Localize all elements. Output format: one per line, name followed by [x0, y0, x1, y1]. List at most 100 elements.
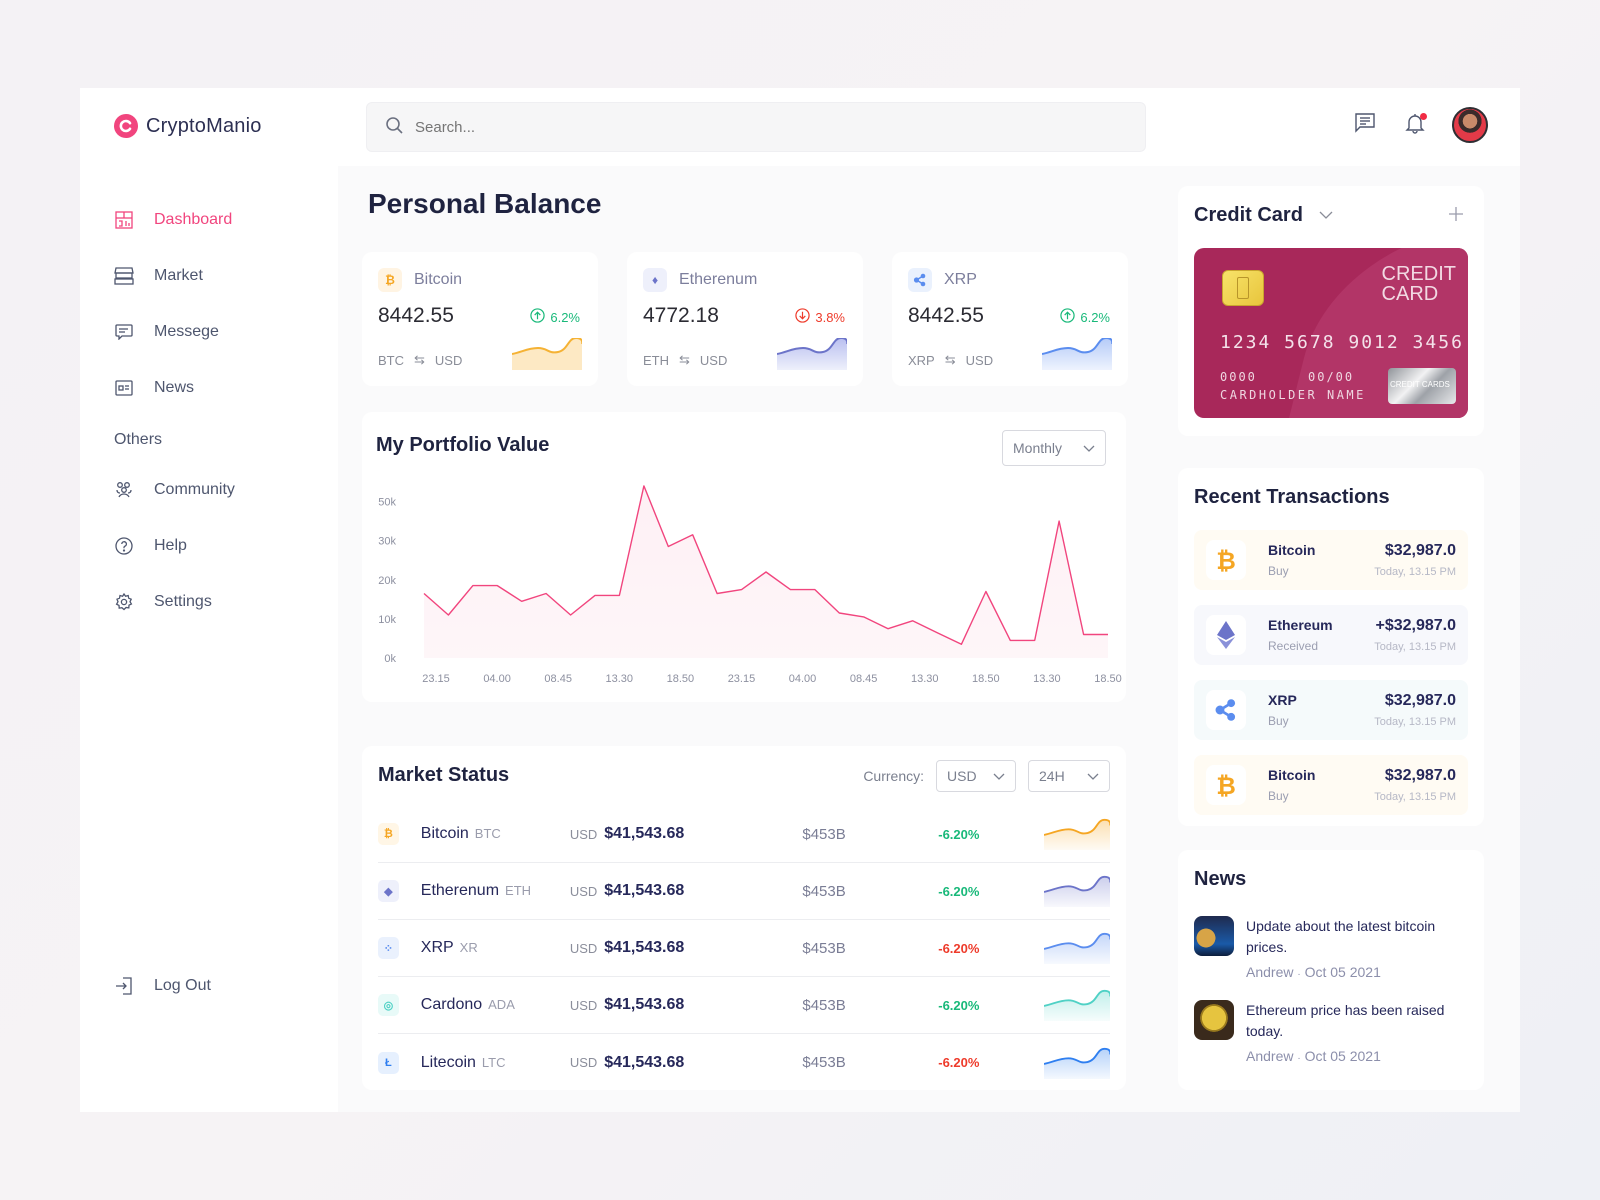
transaction-item[interactable]: Ethereum Received +$32,987.0 Today, 13.1…	[1194, 605, 1468, 665]
logout-button[interactable]: Log Out	[114, 958, 211, 1014]
help-icon	[114, 536, 134, 556]
sidebar-item-dashboard[interactable]: Dashboard	[114, 192, 334, 248]
coin-name: Cardono	[420, 996, 483, 1013]
balance-card-xrp[interactable]: XRP 8442.55 6.2% XRP ⇆ USD	[892, 252, 1128, 386]
settings-icon	[114, 592, 134, 612]
sidebar-item-community[interactable]: Community	[114, 462, 334, 518]
balance-card-ethereum[interactable]: ♦ Etherenum 4772.18 3.8% ETH ⇆ USD	[627, 252, 863, 386]
sidebar-item-news[interactable]: News	[114, 360, 334, 416]
credit-card[interactable]: CREDIT CARD 1234 5678 9012 3456 0000 00/…	[1194, 248, 1468, 418]
time-range-select[interactable]: 24H	[1028, 760, 1110, 792]
transactions-title: Recent Transactions	[1194, 486, 1390, 508]
arrow-up-circle-icon	[1060, 308, 1076, 326]
transaction-time: Today, 13.15 PM	[1374, 791, 1456, 803]
user-avatar[interactable]	[1452, 107, 1488, 143]
bitcoin-icon: ₿	[378, 268, 402, 292]
coin-symbol: BTC	[474, 826, 501, 841]
price-currency: USD	[569, 883, 598, 899]
logo[interactable]: CryptoManio	[114, 114, 262, 138]
sidebar-item-message[interactable]: Messege	[114, 304, 334, 360]
x-tick-label: 04.00	[483, 673, 511, 685]
sidebar-item-settings[interactable]: Settings	[114, 574, 334, 630]
news-item[interactable]: Ethereum price has been raised today. An…	[1194, 1000, 1474, 1064]
notification-dot	[1420, 113, 1427, 120]
coin-price: $41,543.68	[604, 882, 685, 899]
transaction-type: Received	[1268, 639, 1319, 653]
sidebar-item-help[interactable]: Help	[114, 518, 334, 574]
y-tick-label: 0k	[384, 653, 396, 665]
market-cap: $453B	[802, 825, 846, 843]
news-meta: Andrew · Oct 05 2021	[1246, 964, 1381, 980]
ethereum-icon	[1206, 615, 1246, 655]
exchange-arrows-icon: ⇆	[679, 352, 690, 367]
sidebar-item-label: Settings	[154, 593, 212, 610]
sparkline	[1043, 1047, 1110, 1079]
portfolio-chart: 0k 10k 20k 30k 50k 23.15 04.00 08.45 13.30 18.50 2…	[378, 485, 1122, 685]
message-icon	[114, 322, 134, 342]
news-panel: News Update about the latest bitcoin pri…	[1178, 850, 1484, 1090]
search-bar[interactable]	[366, 102, 1146, 152]
messages-button[interactable]	[1352, 112, 1378, 138]
svg-text:₿: ₿	[1216, 547, 1236, 573]
market-cap: $453B	[802, 882, 846, 900]
x-tick-label: 18.50	[972, 673, 1000, 685]
coin-change: 6.2%	[530, 308, 580, 326]
card-number: 1234 5678 9012 3456	[1220, 332, 1464, 353]
market-row[interactable]: ◎ Cardono ADA USD $41,543.68 $453B -6.20%	[378, 977, 1110, 1034]
transaction-coin: Bitcoin	[1268, 767, 1316, 783]
litecoin-icon: Ł	[378, 1051, 399, 1074]
svg-text:₿: ₿	[1216, 772, 1236, 798]
market-cap: $453B	[802, 939, 846, 957]
x-tick-label: 13.30	[606, 673, 634, 685]
news-headline: Ethereum price has been raised today.	[1246, 1002, 1445, 1039]
cardono-icon: ◎	[378, 994, 399, 1016]
market-row[interactable]: ⁘ XRP XR USD $41,543.68 $453B -6.20%	[378, 920, 1110, 977]
sparkline	[1043, 875, 1110, 908]
logout-label: Log Out	[154, 977, 211, 994]
notifications-button[interactable]	[1402, 112, 1428, 138]
market-icon	[114, 266, 134, 286]
sidebar-item-label: Dashboard	[154, 211, 233, 228]
transaction-item[interactable]: XRP Buy $32,987.0 Today, 13.15 PM	[1194, 680, 1468, 740]
chevron-down-icon[interactable]	[1319, 207, 1333, 225]
sidebar-item-label: News	[154, 379, 195, 396]
recent-transactions-panel: Recent Transactions ₿ Bitcoin Buy $32,98…	[1178, 468, 1484, 826]
transaction-item[interactable]: ₿ Bitcoin Buy $32,987.0 Today, 13.15 PM	[1194, 755, 1468, 815]
market-row[interactable]: ◆ Etherenum ETH USD $41,543.68 $453B -6.2…	[378, 863, 1110, 920]
search-icon	[385, 116, 403, 139]
xrp-icon	[1206, 690, 1246, 730]
credit-card-header[interactable]: Credit Card	[1194, 204, 1333, 227]
sidebar-item-label: Community	[154, 481, 235, 498]
market-row[interactable]: Ł Litecoin LTC USD $41,543.68 $453B -6.20…	[378, 1034, 1110, 1091]
x-tick-label: 18.50	[1094, 673, 1122, 685]
price-change: -6.20%	[938, 826, 980, 842]
news-item[interactable]: Update about the latest bitcoin prices. …	[1194, 916, 1474, 980]
brand-name: CryptoManio	[146, 114, 262, 137]
bitcoin-icon: ₿	[1206, 540, 1246, 580]
coin-name: Etherenum	[420, 882, 500, 899]
coin-price: $41,543.68	[604, 939, 685, 956]
news-meta: Andrew · Oct 05 2021	[1246, 1048, 1381, 1064]
coin-name: XRP	[420, 939, 454, 956]
sidebar-item-market[interactable]: Market	[114, 248, 334, 304]
x-tick-label: 23.15	[422, 673, 450, 685]
app-window: CryptoManio Dashboard Market Messege New…	[80, 88, 1520, 1112]
add-card-button[interactable]	[1448, 206, 1464, 227]
search-input[interactable]	[415, 118, 1015, 136]
x-tick-label: 13.30	[911, 673, 939, 685]
transaction-type: Buy	[1268, 564, 1289, 578]
market-row[interactable]: ₿ Bitcoin BTC USD $41,543.68 $453B -6.20%	[378, 806, 1110, 863]
transaction-time: Today, 13.15 PM	[1374, 716, 1456, 728]
portfolio-panel: My Portfolio Value Monthly 0k 10k 20k 30k 50…	[362, 412, 1126, 702]
coin-change: 6.2%	[1060, 308, 1110, 326]
price-currency: USD	[569, 997, 598, 1013]
news-title: News	[1194, 868, 1247, 890]
y-tick-label: 10k	[378, 614, 396, 626]
currency-select[interactable]: USD	[936, 760, 1016, 792]
coin-name: Bitcoin	[414, 271, 463, 288]
sidebar-item-label: Help	[154, 537, 187, 554]
balance-card-bitcoin[interactable]: ₿ Bitcoin 8442.55 6.2% BTC ⇆ USD	[362, 252, 598, 386]
coin-symbol: ETH	[505, 883, 532, 898]
credit-card-panel: Credit Card CREDIT CARD 1234 5678 9012 3…	[1178, 186, 1484, 436]
transaction-item[interactable]: ₿ Bitcoin Buy $32,987.0 Today, 13.15 PM	[1194, 530, 1468, 590]
